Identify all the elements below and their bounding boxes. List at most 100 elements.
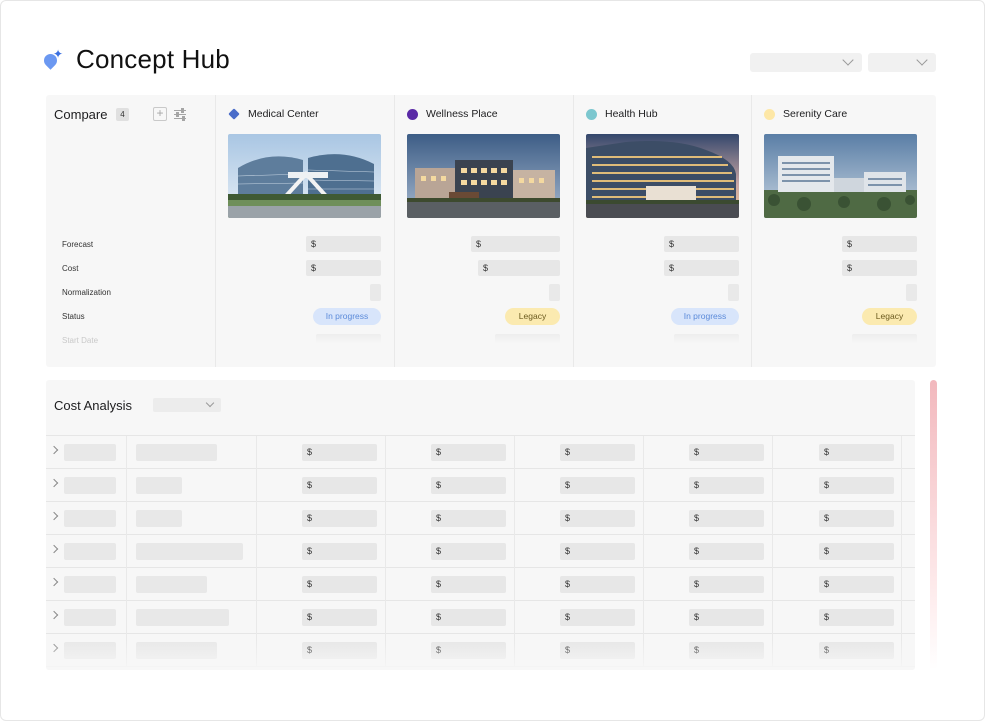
row-code-placeholder <box>64 543 116 560</box>
cost-cell[interactable]: $ <box>560 642 635 659</box>
forecast-field[interactable]: $ <box>664 236 739 252</box>
row-code-placeholder <box>64 510 116 527</box>
table-row[interactable]: $ $ $ $ $ <box>46 502 915 535</box>
cost-cell[interactable]: $ <box>302 609 377 626</box>
cost-cell[interactable]: $ <box>431 510 506 527</box>
row-code-placeholder <box>64 609 116 626</box>
chevron-right-icon[interactable] <box>49 445 59 455</box>
concept-name: Health Hub <box>605 108 658 120</box>
column-divider <box>772 436 773 469</box>
chevron-right-icon[interactable] <box>49 544 59 554</box>
chevron-right-icon[interactable] <box>49 511 59 521</box>
cost-cell[interactable]: $ <box>819 477 894 494</box>
column-divider <box>514 601 515 634</box>
column-divider <box>514 634 515 667</box>
column-divider <box>126 469 127 502</box>
row-name-placeholder <box>136 609 229 626</box>
filter-settings-icon[interactable] <box>173 107 187 121</box>
forecast-field[interactable]: $ <box>842 236 917 252</box>
cost-cell[interactable]: $ <box>431 576 506 593</box>
table-row[interactable]: $ $ $ $ $ <box>46 634 915 667</box>
concept-header[interactable]: Health Hub <box>586 108 658 120</box>
cost-cell[interactable]: $ <box>431 609 506 626</box>
cost-cell[interactable]: $ <box>560 510 635 527</box>
column-divider <box>256 634 257 667</box>
status-badge: Legacy <box>862 308 917 325</box>
cost-cell[interactable]: $ <box>302 543 377 560</box>
add-concept-button[interactable]: + <box>153 107 167 121</box>
chevron-right-icon[interactable] <box>49 643 59 653</box>
cost-cell[interactable]: $ <box>689 576 764 593</box>
header-select-1[interactable] <box>750 53 862 72</box>
cost-cell[interactable]: $ <box>302 576 377 593</box>
row-code-placeholder <box>64 477 116 494</box>
cost-field[interactable]: $ <box>478 260 560 276</box>
column-divider <box>643 634 644 667</box>
cost-cell[interactable]: $ <box>819 444 894 461</box>
cost-field[interactable]: $ <box>664 260 739 276</box>
cost-cell[interactable]: $ <box>431 477 506 494</box>
cost-cell[interactable]: $ <box>689 543 764 560</box>
concept-name: Medical Center <box>248 108 319 120</box>
concept-column-wellness-place: Wellness Place $ $ Legacy <box>394 95 572 367</box>
cost-cell[interactable]: $ <box>560 543 635 560</box>
status-badge: In progress <box>671 308 739 325</box>
chevron-right-icon[interactable] <box>49 478 59 488</box>
cost-cell[interactable]: $ <box>302 444 377 461</box>
forecast-field[interactable]: $ <box>471 236 560 252</box>
cost-cell[interactable]: $ <box>302 642 377 659</box>
cost-cell[interactable]: $ <box>302 477 377 494</box>
column-divider <box>901 436 902 469</box>
concept-header[interactable]: Serenity Care <box>764 108 847 120</box>
cost-field[interactable]: $ <box>842 260 917 276</box>
table-row[interactable]: $ $ $ $ $ <box>46 469 915 502</box>
cost-cell[interactable]: $ <box>689 510 764 527</box>
normalization-field[interactable] <box>549 284 560 301</box>
column-divider <box>901 502 902 535</box>
cost-cell[interactable]: $ <box>302 510 377 527</box>
normalization-field[interactable] <box>370 284 381 301</box>
header-select-2[interactable] <box>868 53 936 72</box>
normalization-field[interactable] <box>728 284 739 301</box>
cost-cell[interactable]: $ <box>560 477 635 494</box>
cost-cell[interactable]: $ <box>689 477 764 494</box>
column-divider <box>126 601 127 634</box>
cost-cell[interactable]: $ <box>819 576 894 593</box>
row-code-placeholder <box>64 642 116 659</box>
cost-cell[interactable]: $ <box>819 642 894 659</box>
cost-cell[interactable]: $ <box>689 444 764 461</box>
cost-cell[interactable]: $ <box>560 609 635 626</box>
row-code-placeholder <box>64 444 116 461</box>
cost-cell[interactable]: $ <box>431 642 506 659</box>
table-row[interactable]: $ $ $ $ $ <box>46 601 915 634</box>
cost-cell[interactable]: $ <box>560 444 635 461</box>
normalization-field[interactable] <box>906 284 917 301</box>
cost-cell[interactable]: $ <box>431 543 506 560</box>
concept-header[interactable]: Wellness Place <box>407 108 498 120</box>
row-label-cost: Cost <box>62 264 79 273</box>
column-divider <box>256 469 257 502</box>
cost-cell[interactable]: $ <box>560 576 635 593</box>
vertical-scrollbar[interactable] <box>930 380 937 670</box>
forecast-field[interactable]: $ <box>306 236 381 252</box>
table-row[interactable]: $ $ $ $ $ <box>46 535 915 568</box>
cost-cell[interactable]: $ <box>431 444 506 461</box>
table-row[interactable]: $ $ $ $ $ <box>46 436 915 469</box>
chevron-right-icon[interactable] <box>49 610 59 620</box>
cost-analysis-select[interactable] <box>153 398 221 412</box>
cost-cell[interactable]: $ <box>689 609 764 626</box>
cost-cell[interactable]: $ <box>819 609 894 626</box>
column-divider <box>385 436 386 469</box>
status-badge: Legacy <box>505 308 560 325</box>
row-name-placeholder <box>136 642 217 659</box>
chevron-right-icon[interactable] <box>49 577 59 587</box>
table-row[interactable]: $ $ $ $ $ <box>46 568 915 601</box>
concept-header[interactable]: Medical Center <box>228 108 319 120</box>
cost-field[interactable]: $ <box>306 260 381 276</box>
row-name-placeholder <box>136 543 243 560</box>
cost-cell[interactable]: $ <box>819 510 894 527</box>
cost-cell[interactable]: $ <box>689 642 764 659</box>
cost-cell[interactable]: $ <box>819 543 894 560</box>
concept-image <box>228 134 381 218</box>
concept-name: Wellness Place <box>426 108 498 120</box>
